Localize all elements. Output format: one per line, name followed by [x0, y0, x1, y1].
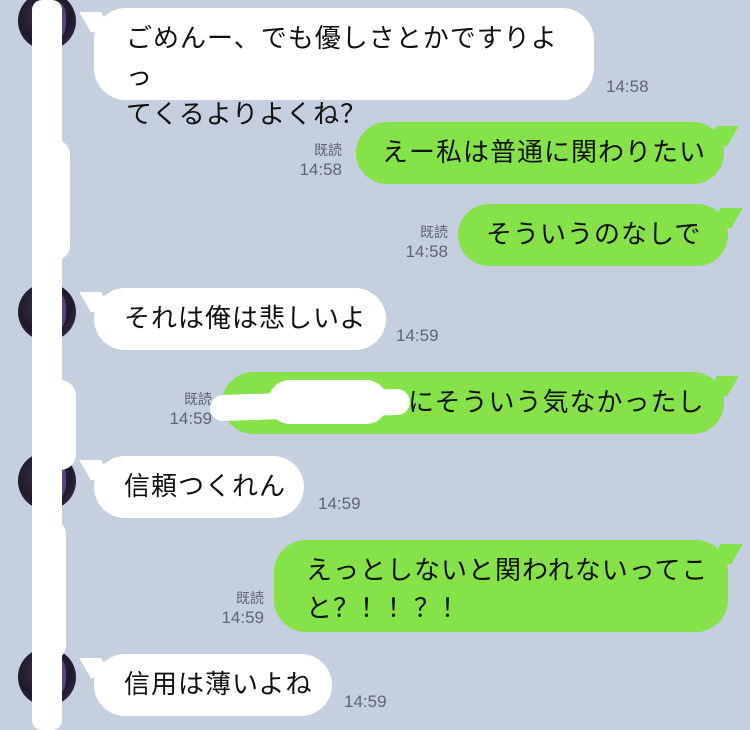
message-text-line: ごめんー、でも優しさとかですりよっ	[126, 24, 558, 92]
message-time: 14:58	[405, 242, 448, 261]
message-text: 信用は薄いよね	[124, 670, 313, 700]
message-bubble-received[interactable]: 信頼つくれん	[94, 456, 304, 518]
message-time: 14:58	[606, 77, 649, 96]
redaction-scribble	[268, 380, 388, 424]
message-text-line: えっとしないと関われないってこ	[306, 556, 709, 586]
message-time: 14:59	[318, 494, 361, 513]
message-bubble-received[interactable]: それは俺は悲しいよ	[94, 288, 386, 350]
message-bubble-sent[interactable]: そういうのなしで	[458, 204, 728, 266]
message-text: えー私は普通に関わりたい	[382, 138, 707, 168]
redaction-stripe	[38, 520, 66, 660]
message-meta: 既読 14:59	[140, 389, 212, 429]
message-meta: 既読 14:59	[192, 588, 264, 628]
message-time: 14:58	[299, 160, 342, 179]
message-text: にそういう気なかったし	[408, 388, 705, 418]
message-text: それは俺は悲しいよ	[124, 304, 367, 334]
message-meta: 既読 14:58	[376, 222, 448, 262]
message-bubble-received[interactable]: 信用は薄いよね	[94, 654, 332, 716]
read-receipt: 既読	[314, 142, 342, 158]
message-meta: 既読 14:58	[270, 140, 342, 180]
read-receipt: 既読	[236, 590, 264, 606]
message-bubble-received[interactable]: ごめんー、でも優しさとかですりよっ てくるよりよくね？	[94, 8, 594, 130]
message-text: そういうのなしで	[486, 220, 702, 250]
message-bubble-sent[interactable]: えー私は普通に関わりたい	[356, 122, 724, 184]
message-time: 14:59	[169, 409, 212, 428]
message-time: 14:59	[396, 326, 439, 345]
redaction-stripe	[40, 140, 70, 260]
message-time: 14:59	[344, 692, 387, 711]
message-bubble-sent[interactable]: えっとしないと関われないってこ と？！！？！	[274, 540, 728, 632]
message-text: 信頼つくれん	[124, 472, 287, 502]
chat-view[interactable]: ごめんー、でも優しさとかですりよっ てくるよりよくね？ 14:58 既読 14:…	[0, 0, 750, 730]
redaction-stripe	[44, 380, 76, 470]
read-receipt: 既読	[420, 224, 448, 240]
read-receipt: 既読	[184, 391, 212, 407]
message-time: 14:59	[221, 608, 264, 627]
message-text-line: と？！！？！	[306, 594, 469, 624]
